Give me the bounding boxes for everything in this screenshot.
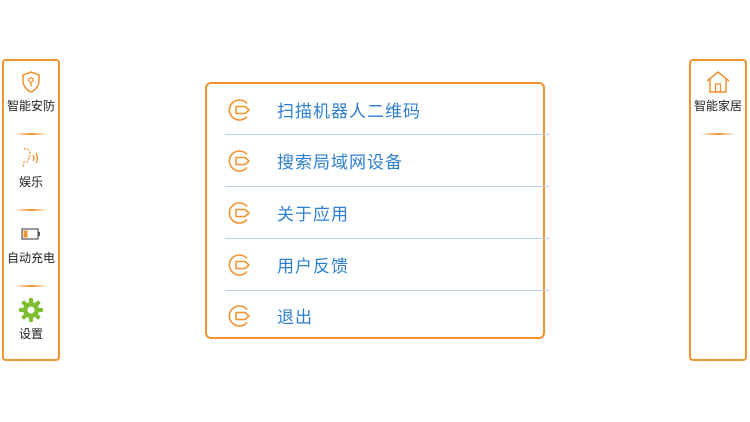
menu-item-label: 搜索局域网设备	[277, 153, 403, 173]
security-shield-icon	[19, 69, 43, 95]
left-nav-panel: 智能安防 娱乐 自动充电 设置	[2, 59, 60, 361]
nav-item-smart-security[interactable]: 智能安防	[4, 61, 58, 137]
right-nav-panel: 智能家居	[689, 59, 747, 361]
menu-item-feedback[interactable]: 用户反馈	[225, 239, 547, 290]
nav-divider	[700, 133, 736, 135]
menu-arrow-icon	[225, 301, 255, 331]
menu-item-search-lan[interactable]: 搜索局域网设备	[225, 135, 547, 186]
menu-item-label: 用户反馈	[277, 257, 349, 277]
nav-divider	[13, 133, 49, 135]
nav-item-label: 智能安防	[6, 99, 55, 113]
menu-arrow-icon	[225, 146, 255, 176]
nav-item-auto-charge[interactable]: 自动充电	[4, 213, 58, 289]
menu-item-exit[interactable]: 退出	[225, 290, 547, 341]
battery-icon	[21, 221, 41, 247]
nav-item-label: 智能家居	[693, 99, 742, 113]
menu-arrow-icon	[225, 250, 255, 280]
menu-arrow-icon	[225, 198, 255, 228]
menu-item-label: 关于应用	[277, 205, 349, 225]
nav-item-entertainment[interactable]: 娱乐	[4, 137, 58, 213]
nav-item-settings[interactable]: 设置	[4, 289, 58, 365]
menu-item-about[interactable]: 关于应用	[225, 187, 547, 238]
nav-item-label: 娱乐	[18, 175, 43, 189]
main-menu-card: 扫描机器人二维码 搜索局域网设备 关于应用 用户反馈 退出	[205, 82, 549, 341]
menu-item-scan-qr[interactable]: 扫描机器人二维码	[225, 84, 547, 135]
menu-item-label: 扫描机器人二维码	[277, 102, 421, 122]
nav-item-smart-home[interactable]: 智能家居	[691, 61, 745, 137]
gear-icon	[18, 297, 44, 323]
menu-arrow-icon	[225, 95, 255, 125]
nav-item-label: 设置	[18, 327, 43, 341]
nav-divider	[13, 285, 49, 287]
nav-divider	[13, 209, 49, 211]
home-icon	[704, 69, 732, 95]
menu-item-label: 退出	[277, 308, 313, 328]
nav-item-label: 自动充电	[6, 251, 55, 265]
voice-icon	[18, 145, 44, 171]
